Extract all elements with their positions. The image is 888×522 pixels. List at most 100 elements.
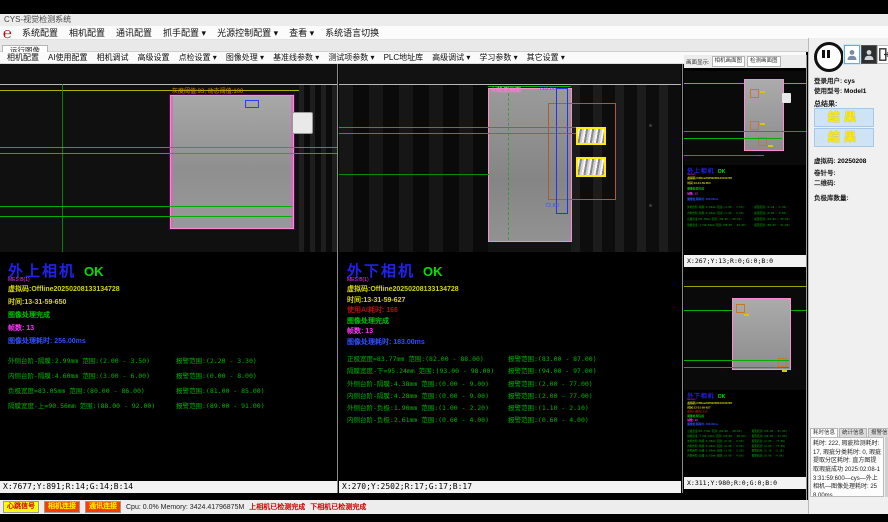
tab-detect-view[interactable]: 检测画面图 — [747, 56, 781, 67]
bolt-dot — [649, 124, 652, 127]
avatar-button[interactable] — [861, 45, 877, 64]
camera-mid-info: 外下相机OK MES:B(1) 虚拟码:Offline2025020813313… — [339, 252, 681, 427]
qr-code-label: 二维码: — [814, 177, 836, 187]
alarm-range: 报警范围:(94.00 - 97.00) — [508, 365, 597, 375]
yellow-line — [0, 90, 337, 91]
battery-cell-region — [170, 95, 294, 229]
tab-timing-info[interactable]: 耗时信息 — [810, 428, 838, 437]
tab-alarm-info[interactable]: 报警信息 — [868, 428, 888, 437]
measure-line — [684, 155, 764, 156]
alarm-range: 报警范围:(2.20 - 3.30) — [176, 355, 257, 365]
result-badge-1[interactable]: 结果 — [814, 108, 874, 127]
alarm-range: 报警范围:(0.60 - 4.00) — [508, 414, 589, 424]
menu-view[interactable]: 查看 ▾ — [289, 26, 314, 39]
tool-plc-address[interactable]: PLC地址库 — [384, 52, 424, 63]
camera-left-image[interactable]: 灰度阈值:93, 动态阈值:100 — [0, 64, 337, 252]
measure-line — [684, 367, 789, 368]
measurement-row: 内侧台阶-隔膜:4.60mm 范围:(3.00 - 6.00)报警范围:(0.0… — [8, 370, 337, 385]
process-time-line: 图像处理耗时: 183.00ms — [347, 337, 681, 348]
camera-left-coords: X:7677;Y:891;R:14;G:14;B:14 — [0, 481, 337, 493]
measurement-row: 外侧台阶-隔膜:2.99mm 范围:(2.00 - 3.50) 报警范围:(2.2… — [8, 355, 337, 370]
status-bar: 心跳信号 相机连接 通讯连接 Cpu: 0.0% Memory: 3424.41… — [0, 500, 808, 514]
heartbeat-badge: 心跳信号 — [3, 501, 39, 513]
tool-advanced-settings[interactable]: 高级设置 — [138, 52, 170, 63]
ai-time-line: 使用AI耗时: 166 — [347, 305, 681, 316]
lower-camera-done: 下相机已检测完成 — [310, 502, 366, 512]
annotation-mark — [782, 370, 787, 372]
process-done-line: 图像处理完成 — [8, 310, 337, 323]
logout-button[interactable] — [877, 45, 888, 64]
defect-box — [576, 157, 606, 177]
tool-other-settings[interactable]: 其它设置 ▾ — [527, 52, 565, 63]
result-badge-2[interactable]: 结果 — [814, 128, 874, 147]
alarm-range: 报警范围:(81.00 - 85.00) — [176, 385, 265, 395]
machine-structure — [299, 85, 337, 252]
thumbnail-lower-camera[interactable]: 外下相机OK MES:B(1) 虚拟码:Offline2025020813313… — [684, 280, 806, 489]
menu-comm-config[interactable]: 通讯配置 — [116, 26, 152, 39]
defect-box — [750, 89, 759, 98]
tab-camera-view[interactable]: 相机画面图 — [712, 56, 746, 67]
tool-advanced-debug[interactable]: 高级调试 ▾ — [432, 52, 470, 63]
pause-button[interactable] — [814, 42, 844, 72]
tool-learn-params[interactable]: 学习参数 ▾ — [479, 52, 517, 63]
defect-box — [736, 304, 745, 313]
alarm-range: 报警范围:(2.00 - 77.00) — [508, 390, 593, 400]
tool-baseline-params[interactable]: 基准线参数 ▾ — [273, 52, 319, 63]
tool-camera-debug[interactable]: 相机调试 — [97, 52, 129, 63]
thumbnail-upper-camera[interactable]: 外上相机OK MES:B(1) 虚拟码:Offline2025020813313… — [684, 71, 806, 267]
exit-door-icon — [879, 48, 888, 61]
measurement-value: 外侧台阶-隔膜:2.99mm 范围:(2.00 - 3.50) — [8, 357, 150, 365]
alarm-range: 报警范围:(0.00 - 8.00) — [176, 370, 257, 380]
edge-line — [171, 96, 173, 228]
frame-line: 帧数: 13 — [347, 326, 681, 337]
defect-box — [750, 121, 759, 130]
measure-line — [0, 216, 292, 217]
process-time-line: 图像处理耗时: 256.00ms — [687, 197, 806, 202]
measure-line — [339, 174, 489, 175]
camera-left-panel: 灰度阈值:93, 动态阈值:100 外上相机OK MES:B(1) 虚拟码:Of… — [0, 64, 337, 493]
measurement-value: 外侧台阶-负极:1.90mm 范围:(1.00 - 2.20) — [347, 404, 489, 412]
tool-ai-config[interactable]: AI使用配置 — [48, 52, 88, 63]
login-user-label: 登录用户: — [814, 78, 842, 85]
right-control-panel: 登录用户: cys 使用型号: Model1 总结果: 结果 结果 虚拟码: 2… — [808, 38, 888, 514]
tab-connector — [782, 93, 791, 103]
virtual-code-value: 20250208 — [837, 158, 866, 165]
camera-mid-coords: X:270;Y:2502;R:17;G:17;B:17 — [339, 481, 681, 493]
measure-line — [0, 147, 337, 148]
measurement-value: 内侧台阶-隔膜:4.28mm 范围:(0.00 - 9.00) — [347, 392, 489, 400]
alarm-range: 报警范围:(1.10 - 2.10) — [508, 402, 589, 412]
alarm-range: 报警范围:(2.00 - 77.00) — [508, 378, 593, 388]
anode-stock-label: 负极库数量: — [814, 192, 849, 202]
pause-icon — [827, 50, 830, 58]
thumbnail-lower-coords: X:311;Y:980;R:0;G:0;B:0 — [684, 477, 806, 489]
green-vertical-line — [62, 84, 63, 252]
barcode-line: 虚拟码:Offline20250208133134728 — [8, 284, 337, 297]
menu-language[interactable]: 系统语言切换 — [325, 26, 379, 39]
process-time-line: 图像处理耗时: 183.00ms — [687, 422, 806, 426]
machine-structure — [339, 85, 488, 252]
annotation-mark — [744, 314, 749, 316]
menu-light-config[interactable]: 光源控制配置 ▾ — [217, 26, 278, 39]
tool-test-params[interactable]: 测试项参数 ▾ — [328, 52, 374, 63]
panel-divider — [337, 64, 338, 493]
user-button[interactable] — [844, 45, 860, 64]
tool-spot-check[interactable]: 点检设置 ▾ — [179, 52, 217, 63]
model-row: 使用型号: Model1 — [814, 85, 866, 95]
tool-image-process[interactable]: 图像处理 ▾ — [226, 52, 264, 63]
defect-box — [576, 127, 606, 145]
blue-value-bottom: 72.80 — [545, 203, 559, 209]
measurement-row: 外侧台阶-隔膜:4.38mm 范围:(0.00 - 9.00)报警范围:(2.0… — [347, 378, 681, 390]
camera-mid-image[interactable]: AI检测画面 728.80 72.80 — [339, 64, 681, 252]
tool-camera-config[interactable]: 相机配置 — [7, 52, 39, 63]
frame-line: 帧数: 13 — [8, 323, 337, 336]
alarm-range: 报警范围:(89.00 - 91.00) — [176, 400, 265, 410]
menu-system-config[interactable]: 系统配置 — [22, 26, 58, 39]
virtual-code-label: 虚拟码: — [814, 158, 836, 165]
tab-statistics-info[interactable]: 统计信息 — [839, 428, 867, 437]
menu-gripper-config[interactable]: 抓手配置 ▾ — [163, 26, 206, 39]
menu-camera-config[interactable]: 相机配置 — [69, 26, 105, 39]
measurement-row: 内侧台阶-隔膜:4.28mm 范围:(0.00 - 9.00) 报警范围:(2.0… — [347, 390, 681, 402]
measurement-value: 负极宽度=83.05mm 范围:(80.00 - 86.00) — [8, 387, 145, 395]
measurement-value: 隔膜宽度-下=95.24mm 范围:(93.00 - 98.00) — [347, 367, 494, 375]
thumbnail-column: 画面显示: 相机画面图 检测画面图 外上相机OK — [684, 55, 806, 502]
